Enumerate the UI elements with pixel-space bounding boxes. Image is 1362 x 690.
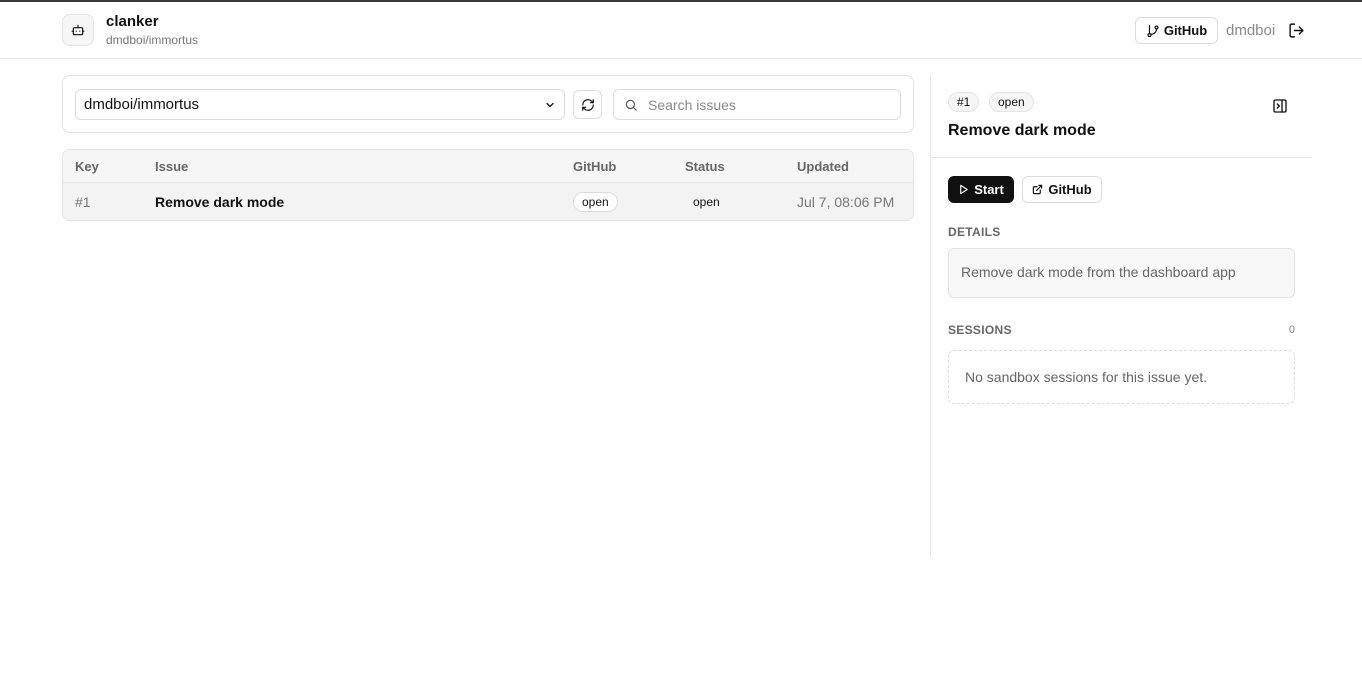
repo-select[interactable]: dmdboi/immortus xyxy=(75,89,565,120)
start-label: Start xyxy=(974,182,1004,197)
detail-key-badge: #1 xyxy=(948,92,980,112)
search-icon xyxy=(625,99,637,111)
issue-key: #1 xyxy=(75,194,91,210)
current-repo: dmdboi/immortus xyxy=(106,33,199,47)
detail-state-badge: open xyxy=(989,92,1034,112)
open-github-button[interactable]: GitHub xyxy=(1022,176,1102,203)
username: dmdboi xyxy=(1226,22,1276,39)
detail-header: #1 open Remove dark mode xyxy=(931,74,1312,158)
issues-table: Key Issue GitHub Status Updated #1 Remov… xyxy=(62,149,914,221)
updated-time: Jul 7, 08:06 PM xyxy=(797,194,895,210)
search-input[interactable] xyxy=(648,96,878,113)
column-header-updated: Updated xyxy=(797,159,849,174)
github-state-badge: open xyxy=(573,192,618,212)
github-connect-label: GitHub xyxy=(1163,23,1208,38)
refresh-button[interactable] xyxy=(573,90,602,119)
status-badge: open xyxy=(693,195,720,209)
play-icon xyxy=(960,184,968,195)
table-row[interactable]: #1 Remove dark mode open open Jul 7, 08:… xyxy=(63,183,913,220)
issue-detail-panel: #1 open Remove dark mode Start GitHub DE… xyxy=(930,74,1312,558)
repo-select-value: dmdboi/immortus xyxy=(84,96,200,113)
column-header-github: GitHub xyxy=(573,159,617,174)
app-header: clanker dmdboi/immortus GitHub dmdboi xyxy=(0,2,1362,59)
details-text: Remove dark mode from the dashboard app xyxy=(948,248,1295,298)
table-header: Key Issue GitHub Status Updated xyxy=(63,150,913,183)
search-box xyxy=(613,89,901,120)
git-branch-icon xyxy=(1147,24,1159,37)
start-button[interactable]: Start xyxy=(948,176,1014,203)
column-header-key: Key xyxy=(75,159,99,174)
logout-icon[interactable] xyxy=(1287,21,1305,39)
details-heading: DETAILS xyxy=(948,225,1001,239)
open-github-label: GitHub xyxy=(1048,182,1092,197)
bot-logo-icon xyxy=(62,14,94,46)
sessions-count: 0 xyxy=(1288,324,1295,336)
github-connect-button[interactable]: GitHub xyxy=(1135,17,1218,44)
external-link-icon xyxy=(1033,184,1043,195)
issue-title: Remove dark mode xyxy=(155,194,285,210)
column-header-status: Status xyxy=(685,159,725,174)
column-header-issue: Issue xyxy=(155,159,189,174)
sessions-empty-state: No sandbox sessions for this issue yet. xyxy=(948,350,1295,404)
filter-bar: dmdboi/immortus xyxy=(62,75,914,133)
collapse-panel-icon[interactable] xyxy=(1272,98,1288,114)
detail-title: Remove dark mode xyxy=(948,122,1096,139)
refresh-icon xyxy=(581,98,594,111)
app-name: clanker xyxy=(106,13,159,30)
chevron-down-icon xyxy=(546,102,554,107)
sessions-heading: SESSIONS xyxy=(948,323,1012,337)
